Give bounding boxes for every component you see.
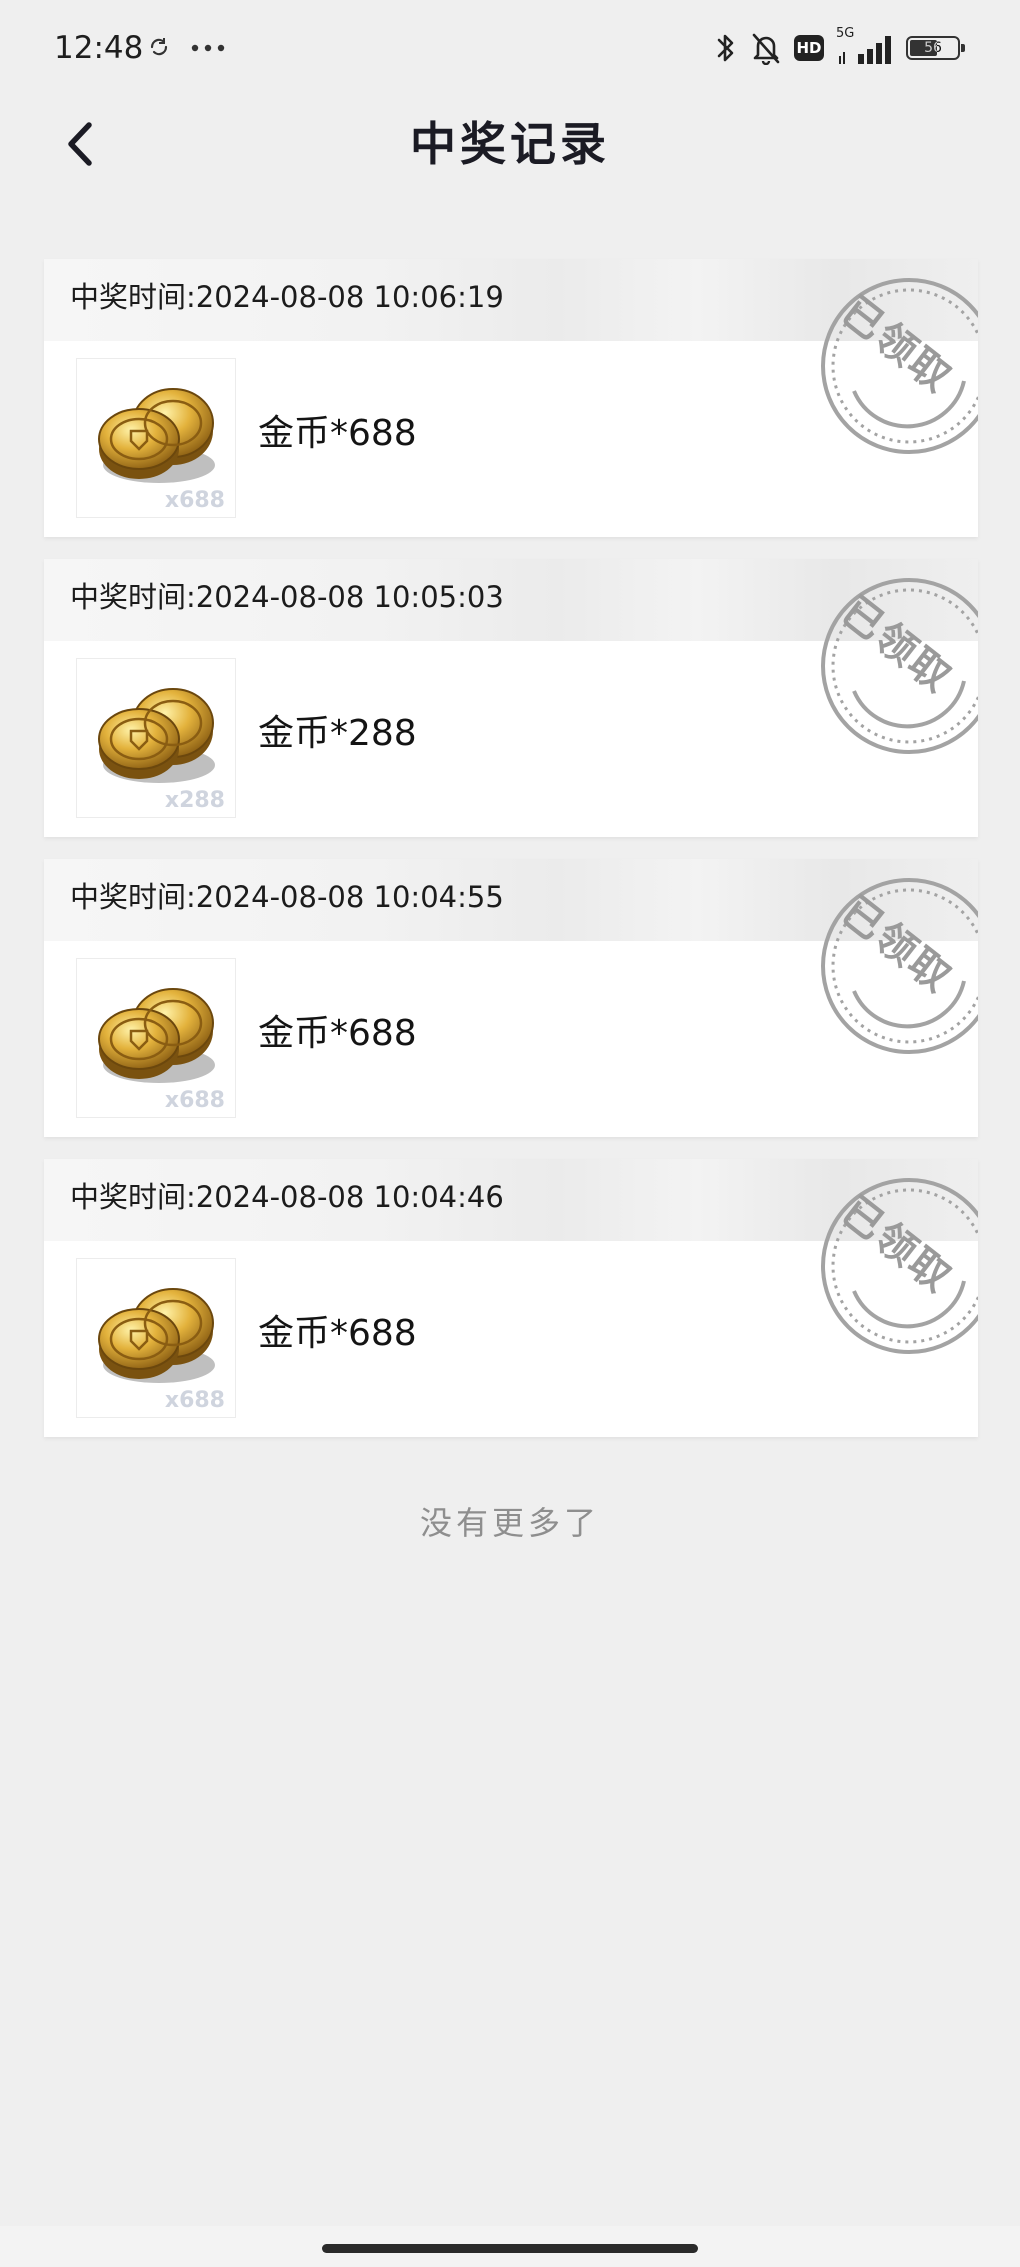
sync-icon [150,38,168,56]
home-indicator[interactable] [322,2244,698,2253]
page-title: 中奖记录 [410,117,610,171]
gold-coins-icon [98,1288,215,1383]
win-time: 中奖时间:2024-08-08 10:04:55 [70,880,504,914]
prize-record-card[interactable]: 中奖时间:2024-08-08 10:04:46 x688 金币*688 已领取 [44,1159,978,1437]
claimed-stamp: 已领取 [814,278,978,531]
thumbnail-quantity: x688 [164,488,225,513]
claimed-stamp: 已领取 [814,578,978,831]
signal-bars-icon [839,36,891,64]
claimed-stamp: 已领取 [814,1178,978,1431]
no-more-text: 没有更多了 [419,1504,600,1542]
prize-name: 金币*688 [258,1013,417,1054]
prize-name: 金币*688 [258,1313,417,1354]
more-dots-icon [191,44,225,52]
prize-thumbnail: x688 [76,358,236,518]
status-time: 12:48 [54,30,144,66]
prize-thumbnail: x688 [76,1258,236,1418]
win-time: 中奖时间:2024-08-08 10:06:19 [70,280,504,314]
gold-coins-icon [98,688,215,783]
prize-record-card[interactable]: 中奖时间:2024-08-08 10:05:03 x288 金币*288 已领取 [44,559,978,837]
prize-record-card[interactable]: 中奖时间:2024-08-08 10:04:55 x688 金币*688 已领取 [44,859,978,1137]
prize-name: 金币*688 [258,413,417,454]
prize-thumbnail: x288 [76,658,236,818]
win-time: 中奖时间:2024-08-08 10:05:03 [70,580,504,614]
prize-record-list: 中奖时间:2024-08-08 10:06:19 x688 金币*688 已领取… [44,259,978,1459]
thumbnail-quantity: x688 [164,1088,225,1113]
hd-badge: HD [794,35,824,61]
thumbnail-quantity: x288 [164,788,225,813]
battery-percent: 56 [924,40,942,56]
thumbnail-quantity: x688 [164,1388,225,1413]
prize-thumbnail: x688 [76,958,236,1118]
claimed-stamp: 已领取 [814,878,978,1131]
gold-coins-icon [98,388,215,483]
status-indicators: HD 5G 56 [714,26,965,68]
bell-off-icon [752,33,780,65]
page-header: 中奖记录 [0,96,1020,192]
win-time: 中奖时间:2024-08-08 10:04:46 [70,1180,504,1214]
gold-coins-icon [98,988,215,1083]
cellular-signal: 5G [836,26,894,66]
prize-record-card[interactable]: 中奖时间:2024-08-08 10:06:19 x688 金币*688 已领取 [44,259,978,537]
status-bar: 12:48 HD 5G 56 [0,0,1020,96]
battery-indicator: 56 [906,36,965,60]
bluetooth-icon [717,34,734,62]
prize-name: 金币*288 [258,713,417,754]
